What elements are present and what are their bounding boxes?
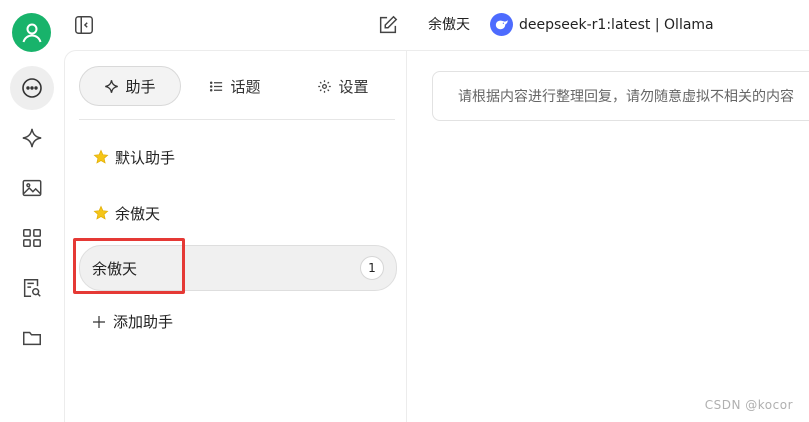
header-assistant-name: 余傲天 xyxy=(428,17,470,33)
assistant-item-default[interactable]: 默认助手 xyxy=(79,135,397,179)
tab-label: 话题 xyxy=(230,77,261,96)
tab-label: 助手 xyxy=(125,77,156,96)
add-assistant-button[interactable]: 添加助手 xyxy=(91,311,173,332)
sparkle-icon xyxy=(22,128,42,148)
doc-search-icon xyxy=(23,279,41,297)
watermark: CSDN @kocor xyxy=(704,398,793,412)
sidebar-toggle-button[interactable] xyxy=(72,13,96,37)
new-chat-button[interactable] xyxy=(376,13,400,37)
image-icon xyxy=(22,179,42,197)
assistant-item-starred[interactable]: 余傲天 xyxy=(79,191,397,235)
rail-image-button[interactable] xyxy=(10,168,54,208)
assistant-label: 余傲天 xyxy=(115,204,161,223)
avatar[interactable] xyxy=(12,13,51,52)
gear-icon xyxy=(318,79,332,93)
edit-icon xyxy=(379,15,398,34)
model-label: deepseek-r1:latest | Ollama xyxy=(519,16,714,33)
assistants-panel: 助手 话题 设置 默认助手 余傲天 余傲天 1 添加助手 xyxy=(64,50,407,422)
rail-chat-button[interactable] xyxy=(10,66,54,110)
rail-apps-button[interactable] xyxy=(10,218,54,258)
tab-settings[interactable]: 设置 xyxy=(289,66,397,106)
system-prompt-text: 请根据内容进行整理回复，请勿随意虚拟不相关的内容 xyxy=(458,89,794,105)
panel-tabs: 助手 话题 设置 xyxy=(79,64,397,108)
sidebar-collapse-icon xyxy=(75,16,93,34)
icon-rail xyxy=(0,0,64,422)
rail-files-button[interactable] xyxy=(10,318,54,358)
tabs-divider xyxy=(79,119,395,120)
model-selector[interactable]: deepseek-r1:latest | Ollama xyxy=(490,13,714,36)
rail-assistant-button[interactable] xyxy=(10,118,54,158)
topic-count-badge: 1 xyxy=(360,256,384,280)
tab-assistants[interactable]: 助手 xyxy=(79,66,181,106)
assistant-item-selected[interactable]: 余傲天 1 xyxy=(79,245,397,291)
top-header: 余傲天 deepseek-r1:latest | Ollama xyxy=(64,0,809,50)
user-icon xyxy=(22,23,41,42)
assistant-label: 余傲天 xyxy=(92,259,138,278)
star-icon xyxy=(93,149,109,165)
star-icon xyxy=(93,205,109,221)
deepseek-logo-icon xyxy=(490,13,513,36)
sparkle-icon xyxy=(105,79,119,93)
tab-topics[interactable]: 话题 xyxy=(181,66,289,106)
plus-icon xyxy=(93,315,105,328)
tab-label: 设置 xyxy=(338,77,369,96)
chat-icon xyxy=(22,78,42,98)
rail-knowledge-button[interactable] xyxy=(10,268,54,308)
list-icon xyxy=(210,81,223,91)
chat-main: 请根据内容进行整理回复，请勿随意虚拟不相关的内容 CSDN @kocor xyxy=(407,50,809,422)
assistant-label: 默认助手 xyxy=(115,148,176,167)
add-assistant-label: 添加助手 xyxy=(113,313,174,331)
apps-icon xyxy=(23,229,41,247)
app-window: 余傲天 deepseek-r1:latest | Ollama 助手 话题 设置… xyxy=(0,0,809,422)
system-prompt-box[interactable]: 请根据内容进行整理回复，请勿随意虚拟不相关的内容 xyxy=(432,71,809,121)
folder-icon xyxy=(23,331,41,346)
